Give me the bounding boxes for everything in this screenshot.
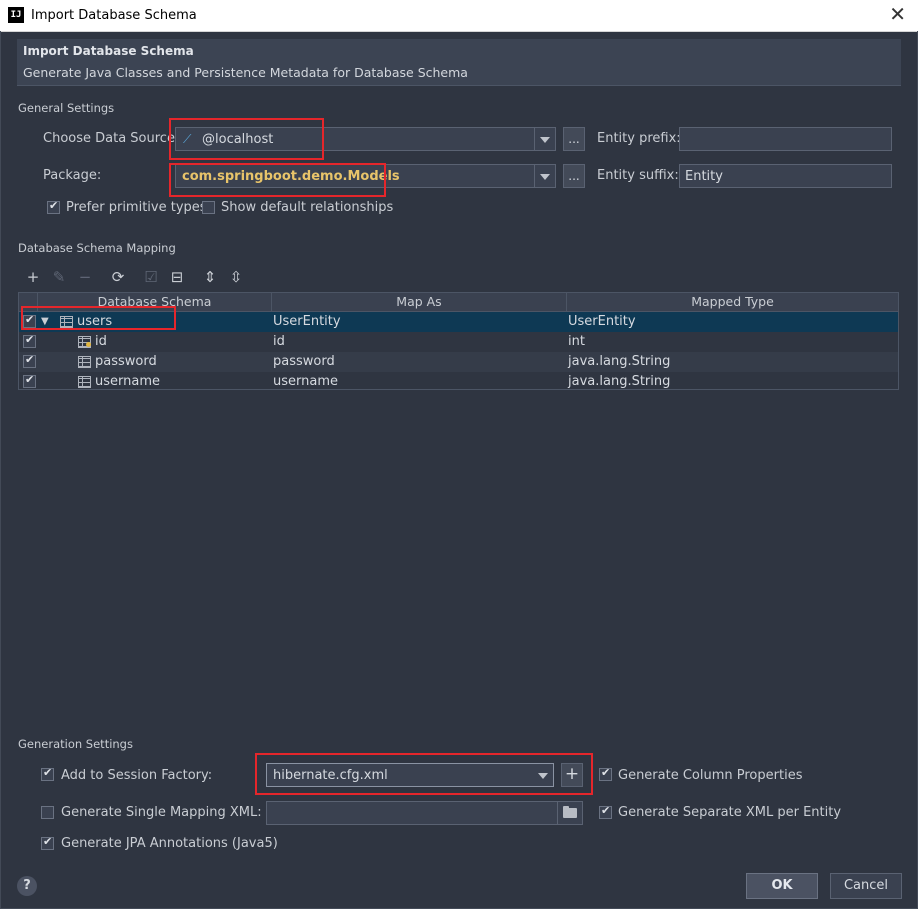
add-session-factory-checkbox[interactable] — [41, 766, 54, 781]
column-header-mapped-type[interactable]: Mapped Type — [567, 293, 898, 311]
package-value: com.springboot.demo.Models — [182, 169, 400, 184]
dialog-banner: Import Database Schema Generate Java Cla… — [17, 39, 901, 86]
table-icon — [60, 316, 73, 328]
prefer-primitive-label: Prefer primitive types — [66, 200, 207, 215]
generation-settings-header: Generation Settings — [18, 737, 133, 751]
check-all-icon[interactable]: ☑ — [143, 268, 159, 286]
map-as-cell[interactable]: password — [273, 354, 335, 369]
entity-suffix-input[interactable]: Entity — [679, 164, 892, 188]
entity-suffix-label: Entity suffix: — [597, 168, 679, 183]
session-factory-value: hibernate.cfg.xml — [273, 768, 388, 783]
mapping-header: Database Schema Mapping — [18, 241, 176, 255]
mapped-type-cell[interactable]: java.lang.String — [568, 354, 670, 369]
row-checkbox[interactable] — [23, 313, 36, 328]
schema-cell: username — [95, 374, 160, 389]
header-spacer — [19, 293, 38, 311]
map-as-cell[interactable]: id — [273, 334, 285, 349]
single-xml-path-input[interactable] — [266, 801, 583, 825]
map-as-cell[interactable]: username — [273, 374, 338, 389]
mapped-type-cell[interactable]: UserEntity — [568, 314, 636, 329]
show-default-relationships-label: Show default relationships — [221, 200, 394, 215]
add-icon[interactable]: + — [25, 268, 41, 286]
data-source-label: Choose Data Source: — [43, 131, 180, 146]
generate-separate-xml-checkbox[interactable] — [599, 804, 612, 819]
refresh-icon[interactable]: ⟳ — [110, 268, 126, 286]
column-header-schema[interactable]: Database Schema — [38, 293, 272, 311]
package-combo[interactable]: com.springboot.demo.Models — [175, 164, 556, 188]
generate-column-properties-label: Generate Column Properties — [618, 768, 803, 783]
column-icon — [78, 356, 91, 368]
collapse-all-icon[interactable]: ⇳ — [228, 268, 244, 286]
remove-icon[interactable]: − — [77, 268, 93, 286]
title-bar: IJ Import Database Schema ✕ — [0, 0, 918, 32]
window-title: Import Database Schema — [31, 8, 197, 23]
mapped-type-cell[interactable]: int — [568, 334, 585, 349]
schema-mapping-table: Database Schema Map As Mapped Type ▼ use… — [18, 292, 899, 390]
close-icon[interactable]: ✕ — [889, 3, 906, 25]
banner-subtitle: Generate Java Classes and Persistence Me… — [23, 65, 468, 80]
chevron-down-icon[interactable] — [533, 764, 553, 786]
ok-button[interactable]: OK — [746, 873, 818, 899]
table-row[interactable]: id id int — [19, 332, 898, 352]
chevron-down-icon[interactable] — [534, 128, 555, 150]
help-icon[interactable]: ? — [17, 876, 37, 896]
generate-separate-xml-label: Generate Separate XML per Entity — [618, 805, 842, 820]
add-session-factory-label: Add to Session Factory: — [61, 768, 213, 783]
row-checkbox[interactable] — [23, 353, 36, 368]
mapped-type-cell[interactable]: java.lang.String — [568, 374, 670, 389]
primary-key-icon — [86, 342, 91, 347]
entity-prefix-input[interactable] — [679, 127, 892, 151]
schema-cell: users — [77, 314, 113, 329]
schema-cell: password — [95, 354, 157, 369]
prefer-primitive-checkbox[interactable] — [47, 199, 60, 214]
generate-jpa-checkbox[interactable] — [41, 835, 54, 850]
schema-cell: id — [95, 334, 107, 349]
add-session-factory-button[interactable]: + — [561, 763, 583, 787]
expand-all-icon[interactable]: ⇕ — [202, 268, 218, 286]
expand-arrow-icon[interactable]: ▼ — [41, 316, 49, 327]
generate-column-properties-checkbox[interactable] — [599, 766, 612, 781]
table-row[interactable]: password password java.lang.String — [19, 352, 898, 372]
banner-title: Import Database Schema — [23, 44, 194, 58]
package-browse-button[interactable]: ... — [563, 164, 585, 188]
edit-icon[interactable]: ✎ — [51, 268, 67, 286]
column-icon — [78, 376, 91, 388]
chevron-down-icon[interactable] — [534, 165, 555, 187]
folder-icon[interactable] — [557, 802, 582, 824]
general-settings-header: General Settings — [18, 101, 115, 115]
generate-single-xml-label: Generate Single Mapping XML: — [61, 805, 262, 820]
table-header: Database Schema Map As Mapped Type — [19, 293, 898, 312]
cancel-button[interactable]: Cancel — [830, 873, 902, 899]
intellij-icon: IJ — [8, 7, 24, 23]
mysql-icon: ⟋ — [183, 132, 192, 146]
session-factory-combo[interactable]: hibernate.cfg.xml — [266, 763, 554, 787]
data-source-value: @localhost — [202, 132, 274, 147]
table-row[interactable]: username username java.lang.String — [19, 372, 898, 389]
generate-jpa-label: Generate JPA Annotations (Java5) — [61, 836, 278, 851]
collapse-icon[interactable]: ⊟ — [169, 268, 185, 286]
show-default-relationships-checkbox[interactable] — [202, 201, 215, 214]
data-source-browse-button[interactable]: ... — [563, 127, 585, 151]
column-header-map-as[interactable]: Map As — [272, 293, 567, 311]
row-checkbox[interactable] — [23, 333, 36, 348]
map-as-cell[interactable]: UserEntity — [273, 314, 341, 329]
package-label: Package: — [43, 168, 102, 183]
row-checkbox[interactable] — [23, 373, 36, 388]
generate-single-xml-checkbox[interactable] — [41, 806, 54, 819]
table-row[interactable]: ▼ users UserEntity UserEntity — [19, 312, 898, 332]
entity-prefix-label: Entity prefix: — [597, 131, 681, 146]
data-source-combo[interactable]: ⟋ @localhost — [175, 127, 556, 151]
